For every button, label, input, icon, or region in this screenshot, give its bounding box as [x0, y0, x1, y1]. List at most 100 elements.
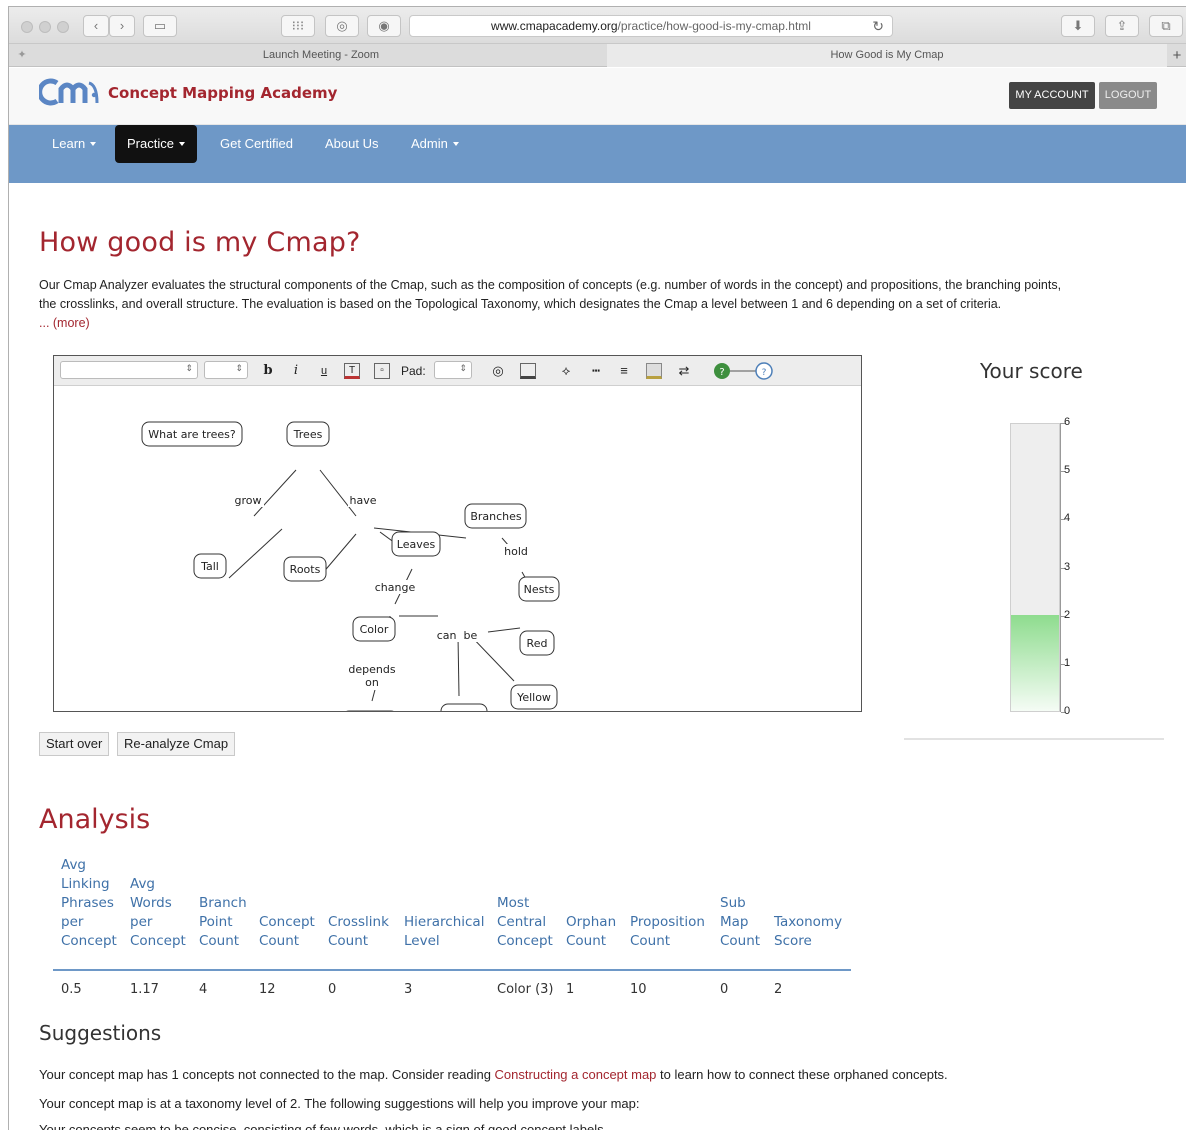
concept-nests: Nests [524, 583, 555, 596]
tab-launch-meeting[interactable]: Launch Meeting - Zoom [35, 44, 607, 67]
table-header: Sub Map Count [720, 894, 760, 951]
score-gauge [1010, 423, 1060, 712]
cmap-canvas[interactable]: What are trees? Trees Branches Leaves Ta… [54, 386, 861, 712]
italic-icon[interactable]: i [288, 362, 304, 380]
sidebar-icon[interactable]: ▭ [143, 15, 177, 37]
download-icon[interactable]: ⬇ [1061, 15, 1095, 37]
link-change: change [375, 581, 416, 594]
concept-branches: Branches [470, 510, 522, 523]
table-header: Taxonomy Score [774, 913, 842, 951]
line-shape-icon[interactable]: ⟡ [558, 362, 574, 380]
score-tick-label: 4 [1064, 512, 1071, 525]
tabs-overview-icon[interactable]: ⧉ [1149, 15, 1183, 37]
forward-icon[interactable]: › [109, 15, 135, 37]
privacy-icon[interactable]: ◎ [325, 15, 359, 37]
nav-learn[interactable]: Learn [40, 125, 108, 163]
table-header-line: Concept [259, 914, 315, 930]
extension-icon[interactable]: ◉ [367, 15, 401, 37]
table-header-line: Count [259, 933, 300, 949]
tab-bar: ✦ Launch Meeting - Zoom How Good is My C… [9, 44, 1186, 67]
back-icon[interactable]: ‹ [83, 15, 109, 37]
grid-icon[interactable]: ⁝⁝⁝ [281, 15, 315, 37]
table-cell: 12 [259, 982, 276, 997]
suggestion-concise: Your concepts seem to be concise, consis… [39, 1122, 608, 1130]
caret-down-icon [178, 142, 185, 146]
more-link[interactable]: ... (more) [39, 314, 1169, 333]
fill-color-icon[interactable] [520, 363, 536, 379]
score-tick-label: 1 [1064, 656, 1071, 669]
browser-window: ‹ › ▭ ⁝⁝⁝ ◎ ◉ www.cmapacademy.org/practi… [8, 6, 1186, 1130]
line-thickness-icon[interactable]: ≡ [616, 362, 632, 380]
url-path: /practice/how-good-is-my-cmap.html [617, 19, 811, 33]
zoom-window-icon[interactable] [57, 21, 69, 33]
table-cell: 0.5 [61, 982, 82, 997]
text-color-icon[interactable]: T [344, 363, 360, 379]
line-color-icon[interactable] [646, 363, 662, 379]
table-header: Hierarchical Level [404, 913, 484, 951]
my-account-button[interactable]: MY ACCOUNT [1009, 82, 1095, 109]
editor-toolbar: ⇕ ⇕ b i u T ▫ Pad: ⇕ ◎ ⟡ ┅ ≡ ⇄ ? ? [54, 356, 861, 386]
table-header-line: Map [720, 914, 749, 930]
suggestion-orphans: Your concept map has 1 concepts not conn… [39, 1067, 948, 1082]
minimize-window-icon[interactable] [39, 21, 51, 33]
link-can-be: can be [437, 629, 478, 642]
constructing-concept-map-link[interactable]: Constructing a concept map [495, 1067, 657, 1082]
address-bar[interactable]: www.cmapacademy.org/practice/how-good-is… [409, 15, 893, 37]
url-host: www.cmapacademy.org [491, 19, 618, 33]
concept-leaves: Leaves [397, 538, 436, 551]
score-tick-label: 6 [1064, 416, 1071, 428]
brand-name[interactable]: Concept Mapping Academy [108, 84, 337, 102]
start-over-button[interactable]: Start over [39, 732, 110, 756]
line-style-icon[interactable]: ┅ [588, 362, 604, 380]
table-cell: Color (3) [497, 982, 554, 997]
main-nav: Learn Practice Get Certified About Us Ad… [9, 125, 1186, 183]
score-tick-label: 0 [1064, 705, 1071, 717]
tab-how-good[interactable]: How Good is My Cmap [607, 44, 1167, 67]
concept-roots: Roots [290, 563, 321, 576]
link-have: have [350, 494, 377, 507]
nav-about-us[interactable]: About Us [313, 125, 390, 163]
intro-line-1: Our Cmap Analyzer evaluates the structur… [39, 278, 1062, 292]
bold-icon[interactable]: b [260, 362, 276, 380]
table-header-line: Avg [61, 857, 87, 873]
concept-red: Red [527, 637, 548, 650]
nav-admin[interactable]: Admin [399, 125, 471, 163]
close-window-icon[interactable] [21, 21, 33, 33]
arrow-direction-icon[interactable]: ⇄ [676, 362, 692, 380]
table-header-line: Avg [130, 876, 156, 892]
score-gauge-fill [1011, 614, 1059, 711]
share-icon[interactable]: ⇪ [1105, 15, 1139, 37]
underline-icon[interactable]: u [316, 362, 332, 380]
table-header-line: Linking [61, 876, 110, 892]
reanalyze-button[interactable]: Re-analyze Cmap [117, 732, 236, 756]
cmap-diagram[interactable]: What are trees? Trees Branches Leaves Ta… [54, 386, 861, 712]
table-header-line: Branch [199, 895, 247, 911]
nav-get-certified[interactable]: Get Certified [208, 125, 305, 163]
font-family-select[interactable]: ⇕ [60, 361, 198, 379]
table-cell: 4 [199, 982, 208, 997]
table-cell: 3 [404, 982, 413, 997]
new-tab-icon[interactable]: + [1167, 44, 1186, 67]
site-header: Concept Mapping Academy MY ACCOUNT LOGOU… [9, 68, 1186, 125]
cma-logo-icon[interactable] [39, 77, 101, 107]
twitter-icon[interactable]: ✦ [9, 44, 35, 67]
font-size-select[interactable]: ⇕ [204, 361, 248, 379]
logout-button[interactable]: LOGOUT [1099, 82, 1157, 109]
proposition-icon[interactable]: ? ? [712, 361, 778, 381]
table-header-line: Concept [497, 933, 553, 949]
table-header-line: Count [630, 933, 671, 949]
text-box-icon[interactable]: ▫ [374, 363, 390, 379]
nav-practice-label: Practice [127, 136, 174, 151]
score-tick-label: 3 [1064, 560, 1071, 573]
reload-icon[interactable]: ↻ [872, 16, 884, 36]
pad-select[interactable]: ⇕ [434, 361, 472, 379]
svg-text:?: ? [719, 367, 724, 378]
pad-label: Pad: [401, 364, 426, 378]
table-header-line: Level [404, 933, 440, 949]
table-header-line: Proposition [630, 914, 705, 930]
score-tick-label: 2 [1064, 608, 1071, 621]
nav-practice[interactable]: Practice [115, 125, 197, 163]
shape-icon[interactable]: ◎ [490, 362, 506, 380]
table-header: Crosslink Count [328, 913, 389, 951]
table-header: Orphan Count [566, 913, 616, 951]
